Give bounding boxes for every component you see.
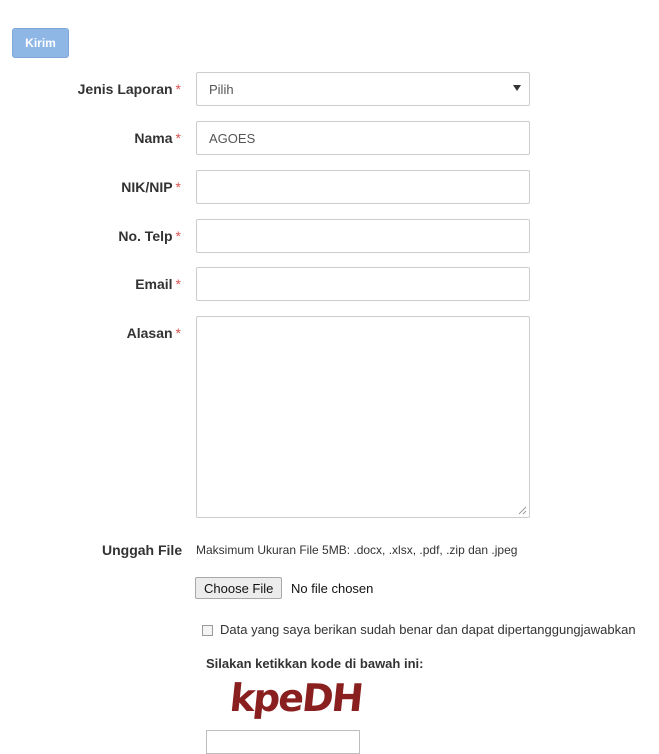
jenis-laporan-label: Jenis Laporan *	[78, 81, 181, 97]
required-marker: *	[175, 81, 181, 97]
alasan-textarea[interactable]	[196, 316, 530, 518]
alasan-label: Alasan *	[127, 325, 181, 341]
nik-nip-input[interactable]	[196, 170, 530, 204]
nama-input[interactable]: AGOES	[196, 121, 530, 155]
nik-nip-label-text: NIK/NIP	[121, 179, 173, 195]
nama-input-value: AGOES	[209, 130, 256, 146]
caret-down-icon	[513, 85, 521, 91]
required-marker: *	[175, 276, 181, 292]
file-status-text: No file chosen	[291, 581, 374, 596]
no-telp-label: No. Telp *	[118, 228, 181, 244]
upload-size-hint: Maksimum Ukuran File 5MB: .docx, .xlsx, …	[196, 543, 518, 557]
agreement-checkbox[interactable]	[202, 625, 213, 636]
captcha-image: kpeDH	[227, 676, 364, 720]
email-input[interactable]	[196, 267, 530, 301]
jenis-laporan-selected-value: Pilih	[209, 81, 234, 97]
nama-label-text: Nama	[134, 130, 173, 146]
nama-label: Nama *	[134, 130, 181, 146]
alasan-label-text: Alasan	[126, 325, 173, 341]
email-label: Email *	[135, 276, 181, 292]
required-marker: *	[175, 325, 181, 341]
kirim-button[interactable]: Kirim	[12, 28, 69, 58]
resize-grip-icon[interactable]	[517, 505, 527, 515]
choose-file-button[interactable]: Choose File	[195, 577, 283, 599]
jenis-laporan-select[interactable]: Pilih	[196, 72, 530, 106]
no-telp-input[interactable]	[196, 219, 530, 253]
required-marker: *	[175, 228, 181, 244]
unggah-file-label: Unggah File	[102, 542, 183, 558]
no-telp-label-text: No. Telp	[118, 228, 173, 244]
required-marker: *	[175, 179, 181, 195]
email-label-text: Email	[135, 276, 173, 292]
captcha-prompt: Silakan ketikkan kode di bawah ini:	[206, 656, 424, 671]
required-marker: *	[175, 130, 181, 146]
jenis-laporan-label-text: Jenis Laporan	[77, 81, 173, 97]
captcha-input[interactable]	[206, 730, 360, 754]
nik-nip-label: NIK/NIP *	[121, 179, 181, 195]
agreement-text: Data yang saya berikan sudah benar dan d…	[220, 622, 636, 637]
